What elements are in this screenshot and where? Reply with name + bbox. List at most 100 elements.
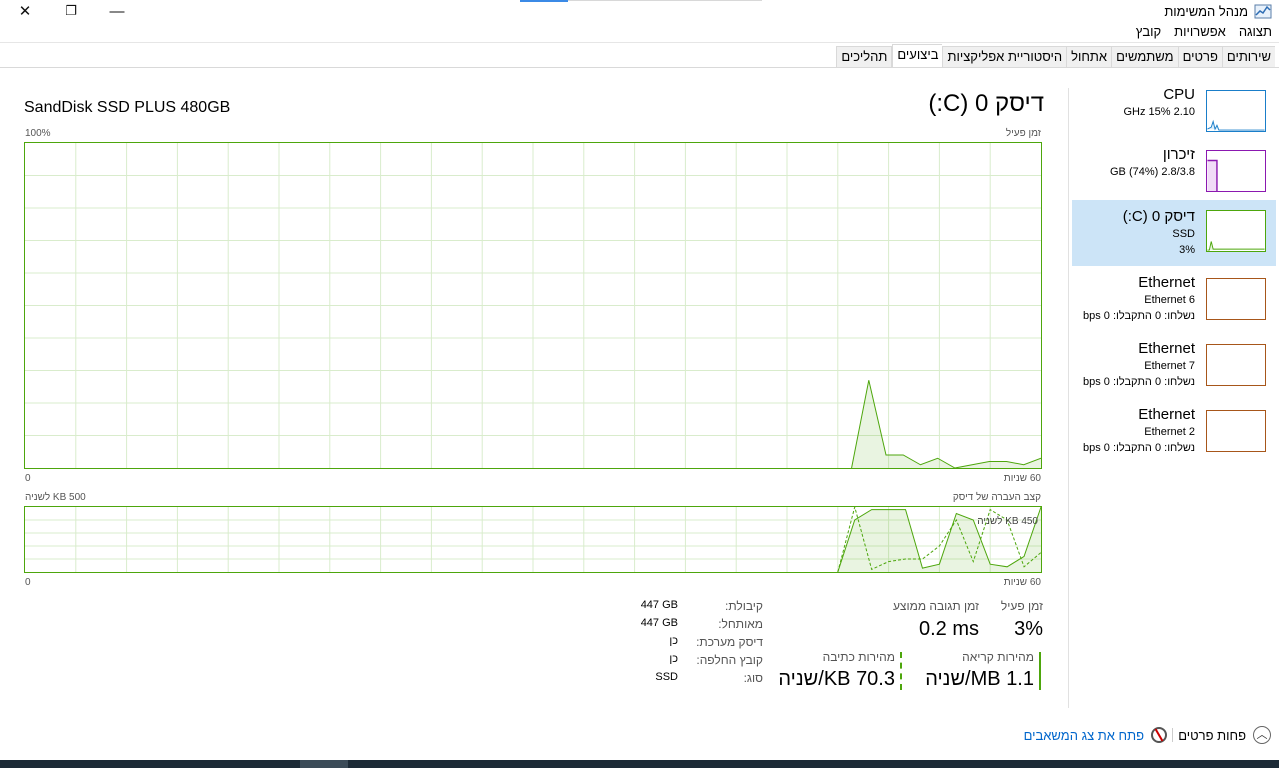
tab-services[interactable]: שירותים <box>1221 46 1275 68</box>
resource-ethernet-7[interactable]: Ethernet Ethernet 7 נשלחו: 0 התקבלו: 0 b… <box>1072 340 1276 404</box>
tab-processes[interactable]: תהליכים <box>836 46 893 68</box>
resource-name: CPU <box>1163 86 1195 103</box>
write-speed-label: מהירות כתיבה <box>822 650 895 664</box>
resource-detail: Ethernet 7 <box>1144 360 1195 372</box>
taskbar-item[interactable] <box>300 760 348 768</box>
ethernet-2-thumbnail-graph <box>1206 410 1266 452</box>
tab-details[interactable]: פרטים <box>1177 46 1222 68</box>
transfer-x-right-label: 0 <box>25 577 31 588</box>
capacity-value: 447 GB <box>640 599 678 611</box>
title-accent-bar <box>520 0 568 2</box>
resource-cpu[interactable]: CPU 2.10 GHz 15% <box>1072 86 1276 150</box>
restore-button[interactable]: ❐ <box>48 0 94 22</box>
resource-name: זיכרון <box>1162 146 1195 163</box>
active-time-axis-label: זמן פעיל <box>1005 128 1041 139</box>
transfer-marker-label: 450 KB לשניה <box>977 516 1038 527</box>
tab-startup[interactable]: אתחול <box>1066 46 1112 68</box>
transfer-x-left-label: 60 שניות <box>1003 577 1041 588</box>
resource-memory-text: זיכרון 2.8/3.8 GB (74%) <box>1110 146 1195 180</box>
active-time-stat-label: זמן פעיל <box>1000 599 1043 613</box>
pane-divider[interactable] <box>1068 88 1069 708</box>
footer-separator <box>1172 728 1173 742</box>
menu-separator <box>0 42 1279 43</box>
resource-detail: Ethernet 6 <box>1144 294 1195 306</box>
chevron-up-icon[interactable]: ︿ <box>1253 726 1271 744</box>
resource-detail: Ethernet 2 <box>1144 426 1195 438</box>
disk-model: SandDisk SSD PLUS 480GB <box>24 99 231 116</box>
window-title: מנהל המשימות <box>1164 4 1248 19</box>
memory-thumbnail-graph <box>1206 150 1266 192</box>
formatted-value: 447 GB <box>640 617 678 629</box>
footer: ︿ פחות פרטים פתח את צג המשאבים <box>0 724 1279 748</box>
capacity-label: קיבולת: <box>725 599 763 613</box>
page-file-label: קובץ החלפה: <box>696 653 763 667</box>
fewer-details-button[interactable]: פחות פרטים <box>1178 728 1246 743</box>
tab-strip: תהליכים ביצועים היסטוריית אפליקציות אתחו… <box>836 44 1275 68</box>
resource-detail: 2.10 GHz 15% <box>1123 106 1195 118</box>
menu-file[interactable]: קובץ <box>1136 24 1161 42</box>
tab-users[interactable]: משתמשים <box>1111 46 1178 68</box>
resource-name: Ethernet <box>1138 274 1195 291</box>
read-speed-value: 1.1 MB/שניה <box>925 668 1034 690</box>
transfer-rate-graph: 450 KB לשניה <box>24 506 1042 573</box>
read-speed-label: מהירות קריאה <box>962 650 1034 664</box>
title-line <box>568 0 762 1</box>
active-time-svg <box>25 143 1041 468</box>
type-value: SSD <box>655 671 678 683</box>
resource-ethernet-7-text: Ethernet Ethernet 7 נשלחו: 0 התקבלו: 0 b… <box>1083 340 1195 390</box>
resource-detail-2: נשלחו: 0 התקבלו: 0 bps <box>1082 310 1195 322</box>
resource-detail: 2.8/3.8 GB (74%) <box>1110 166 1195 178</box>
resource-ethernet-6[interactable]: Ethernet Ethernet 6 נשלחו: 0 התקבלו: 0 b… <box>1072 274 1276 338</box>
title-bar: ✕ ❐ — מנהל המשימות <box>0 0 1279 24</box>
write-speed-value: 70.3 KB/שניה <box>778 668 895 690</box>
disk-thumbnail-graph <box>1206 210 1266 252</box>
task-manager-icon <box>1254 4 1272 19</box>
resource-ethernet-2-text: Ethernet Ethernet 2 נשלחו: 0 התקבלו: 0 b… <box>1083 406 1195 456</box>
resource-name: דיסק 0 (C:) <box>1122 208 1195 225</box>
write-speed-indicator <box>900 652 902 690</box>
menu-options[interactable]: אפשרויות <box>1174 24 1226 42</box>
resource-detail: SSD <box>1172 228 1195 240</box>
active-time-max-label: 100% <box>25 128 51 139</box>
resource-detail-2: נשלחו: 0 התקבלו: 0 bps <box>1082 442 1195 454</box>
active-time-area <box>851 380 1041 468</box>
system-disk-value: כן <box>669 635 678 647</box>
resource-detail-2: נשלחו: 0 התקבלו: 0 bps <box>1082 376 1195 388</box>
resource-ethernet-2[interactable]: Ethernet Ethernet 2 נשלחו: 0 התקבלו: 0 b… <box>1072 406 1276 470</box>
avg-response-stat-label: זמן תגובה ממוצע <box>892 599 979 613</box>
transfer-rate-max-label: 500 KB לשניה <box>25 492 86 503</box>
active-time-graph <box>24 142 1042 469</box>
resource-disk-0[interactable]: דיסק 0 (C:) SSD 3% <box>1072 200 1276 266</box>
system-disk-label: דיסק מערכת: <box>696 635 763 649</box>
open-resource-monitor-link[interactable]: פתח את צג המשאבים <box>1024 728 1144 743</box>
type-label: סוג: <box>743 671 763 685</box>
transfer-rate-label: קצב העברה של דיסק <box>952 492 1041 503</box>
resource-detail-2: 3% <box>1179 244 1195 256</box>
ethernet-7-thumbnail-graph <box>1206 344 1266 386</box>
resource-ethernet-6-text: Ethernet Ethernet 6 נשלחו: 0 התקבלו: 0 b… <box>1083 274 1195 324</box>
resource-name: Ethernet <box>1138 340 1195 357</box>
page-file-value: כן <box>669 653 678 665</box>
menu-bar: קובץ אפשרויות תצוגה <box>1136 24 1279 42</box>
formatted-label: מאותחל: <box>718 617 763 631</box>
avg-response-stat-value: 0.2 ms <box>918 618 979 640</box>
taskbar <box>0 760 1279 768</box>
transfer-rate-svg <box>25 507 1041 572</box>
tabs-underline <box>0 67 1279 68</box>
tab-performance[interactable]: ביצועים <box>892 44 943 68</box>
disk-title: דיסק 0 (C:) <box>928 90 1044 117</box>
close-button[interactable]: ✕ <box>2 0 48 22</box>
resource-monitor-icon <box>1151 727 1167 743</box>
minimize-button[interactable]: — <box>94 0 140 22</box>
read-speed-indicator <box>1039 652 1041 690</box>
cpu-thumbnail-graph <box>1206 90 1266 132</box>
tab-app-history[interactable]: היסטוריית אפליקציות <box>942 46 1067 68</box>
ethernet-6-thumbnail-graph <box>1206 278 1266 320</box>
resource-name: Ethernet <box>1138 406 1195 423</box>
active-time-stat-value: 3% <box>1014 618 1043 640</box>
active-time-x-left-label: 60 שניות <box>1003 473 1041 484</box>
resource-cpu-text: CPU 2.10 GHz 15% <box>1123 86 1195 120</box>
resource-disk-text: דיסק 0 (C:) SSD 3% <box>1123 208 1195 258</box>
active-time-x-right-label: 0 <box>25 473 31 484</box>
menu-view[interactable]: תצוגה <box>1239 24 1272 42</box>
